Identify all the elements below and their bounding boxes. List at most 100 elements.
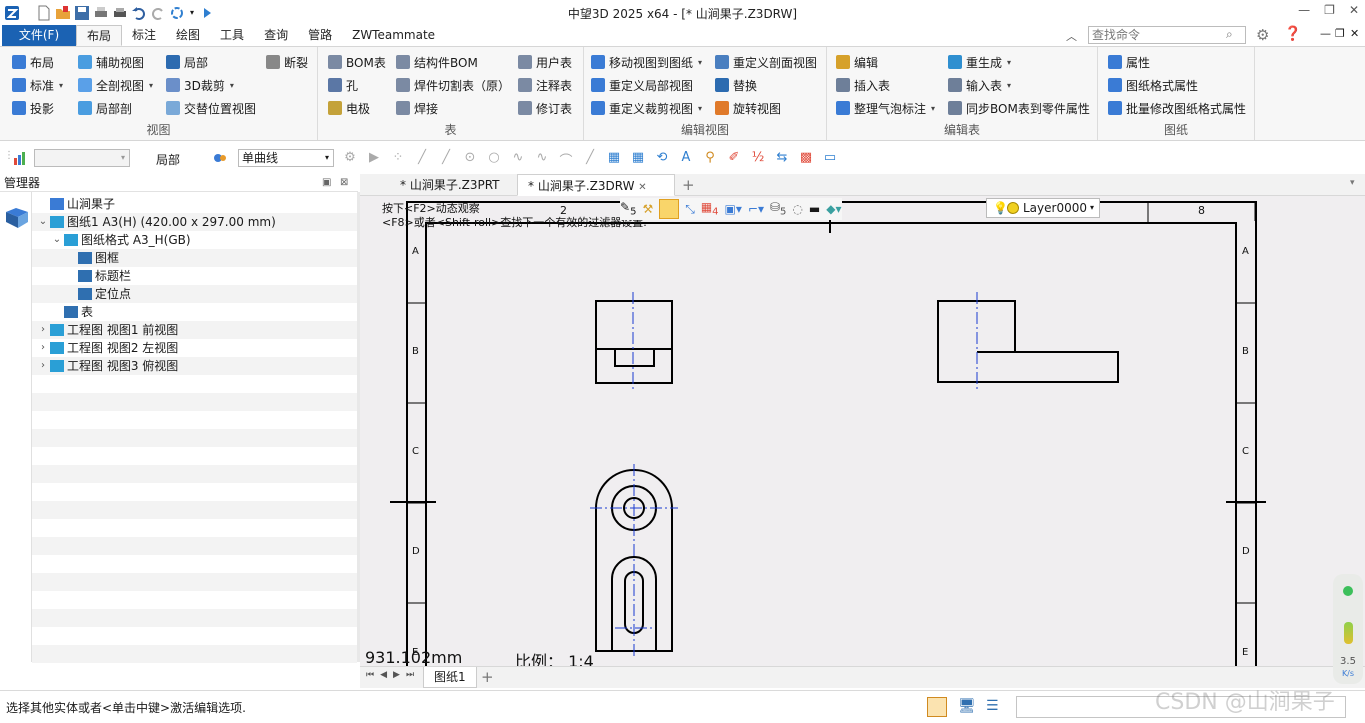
panel-close-icon[interactable]: ⊠ — [340, 174, 348, 192]
tab-tools[interactable]: 工具 — [210, 25, 254, 46]
tree-item[interactable]: 图框 — [32, 249, 357, 267]
text-a-icon[interactable]: A — [678, 150, 694, 166]
qat-dropdown-icon[interactable]: ▾ — [188, 5, 196, 21]
doc-close-icon[interactable]: ✕ — [1350, 27, 1359, 40]
pin-icon[interactable]: ⚲ — [702, 150, 718, 166]
grid-icon[interactable]: ▦4 — [701, 200, 719, 217]
dashed-circle-icon[interactable]: ◌ — [792, 202, 802, 216]
fraction-icon[interactable]: ½ — [750, 150, 766, 166]
rectangle-icon[interactable]: ▭ — [822, 150, 838, 166]
layout-button[interactable]: 布局 — [12, 52, 54, 72]
tree-item[interactable]: › 工程图 视图2 左视图 — [32, 339, 357, 357]
standard-button[interactable]: 标准 ▾ — [12, 75, 63, 95]
line-icon[interactable]: ╱ — [414, 150, 430, 166]
select-pencil-icon[interactable]: ✎5 — [620, 200, 636, 217]
app-logo-icon[interactable] — [4, 5, 20, 21]
full-section-button[interactable]: 全剖视图 ▾ — [78, 75, 153, 95]
wave-icon[interactable]: ∿ — [510, 150, 526, 166]
curve-icon[interactable]: ∿ — [534, 150, 550, 166]
tree-item[interactable]: 表 — [32, 303, 357, 321]
user-table-button[interactable]: 用户表 — [518, 52, 572, 72]
organize-balloons-button[interactable]: 整理气泡标注 ▾ — [836, 98, 935, 118]
undo-icon[interactable] — [131, 5, 147, 21]
tab-file[interactable]: 文件(F) — [2, 25, 76, 46]
save-icon[interactable] — [74, 5, 90, 21]
line-width-icon[interactable]: ▬ — [809, 202, 820, 216]
search-command-input[interactable]: 查找命令 — [1088, 26, 1246, 44]
dotted-table-icon[interactable]: ▩ — [798, 150, 814, 166]
rotate-icon[interactable]: ⟲ — [654, 150, 670, 166]
sheet-format-properties-button[interactable]: 图纸格式属性 — [1108, 75, 1198, 95]
gear-icon[interactable]: ⚙ — [1256, 26, 1269, 44]
tab-document-z3drw[interactable]: * 山涧果子.Z3DRW ✕ — [517, 174, 675, 196]
projection-button[interactable]: 投影 — [12, 98, 54, 118]
tab-annotate[interactable]: 标注 — [122, 25, 166, 46]
3d-crop-button[interactable]: 3D裁剪 ▾ — [166, 75, 234, 95]
break-button[interactable]: 断裂 — [266, 52, 308, 72]
expand-chevron-icon[interactable]: ⌄ — [50, 231, 64, 249]
print-preview-icon[interactable] — [112, 5, 128, 21]
partial-button[interactable]: 局部 — [166, 52, 208, 72]
marker-icon[interactable]: ✐ — [726, 150, 742, 166]
alternate-position-button[interactable]: 交替位置视图 — [166, 98, 256, 118]
import-table-button[interactable]: 输入表 ▾ — [948, 75, 1011, 95]
redefine-local-button[interactable]: 重定义局部视图 — [591, 75, 693, 95]
hole-table-button[interactable]: 孔 — [328, 75, 358, 95]
layer-stack-icon[interactable]: ⛁5 — [770, 200, 786, 217]
point-scatter-icon[interactable]: ⁘ — [390, 150, 406, 166]
sheet-nav-icons[interactable]: ⏮◀▶⏭ — [366, 670, 420, 680]
expand-chevron-icon[interactable]: › — [36, 339, 50, 357]
tab-draw[interactable]: 绘图 — [166, 25, 210, 46]
rotate-view-button[interactable]: 旋转视图 — [715, 98, 781, 118]
arrow-box-icon[interactable]: ⇆ — [774, 150, 790, 166]
edit-button[interactable]: 编辑 — [836, 52, 878, 72]
filter-select[interactable]: ▾ — [34, 149, 130, 167]
revision-table-button[interactable]: 修订表 — [518, 98, 572, 118]
history-manager-icon[interactable] — [4, 206, 30, 233]
circle-icon[interactable]: ○ — [486, 150, 502, 166]
tree-item[interactable]: 标题栏 — [32, 267, 357, 285]
view-frame-icon[interactable]: ▣▾ — [725, 202, 742, 216]
doc-minimize-icon[interactable]: — — [1320, 27, 1331, 40]
cutlist-button[interactable]: 焊件切割表（原） — [396, 75, 510, 95]
tree-item[interactable]: ⌄ 图纸1 A3(H) (420.00 x 297.00 mm) — [32, 213, 357, 231]
tab-query[interactable]: 查询 — [254, 25, 298, 46]
orient-icon[interactable]: ⌐▾ — [748, 202, 764, 216]
sync-bom-button[interactable]: 同步BOM表到零件属性 — [948, 98, 1090, 118]
snap-icon[interactable]: ⤡ — [685, 202, 695, 217]
tab-piping[interactable]: 管路 — [298, 25, 342, 46]
expand-chevron-icon[interactable]: › — [36, 357, 50, 375]
regenerate-button[interactable]: 重生成 ▾ — [948, 52, 1011, 72]
tree-item[interactable]: › 工程图 视图3 俯视图 — [32, 357, 357, 375]
tree-item[interactable]: 定位点 — [32, 285, 357, 303]
tab-zwteammate[interactable]: ZWTeammate — [342, 25, 445, 46]
drawing-sheet[interactable] — [360, 196, 1365, 666]
new-file-icon[interactable] — [36, 5, 52, 21]
aux-view-button[interactable]: 辅助视图 — [78, 52, 144, 72]
monitor-icon[interactable]: 🖥 — [958, 698, 976, 714]
help-icon[interactable]: ❓ — [1284, 26, 1301, 42]
tab-document-z3prt[interactable]: * 山涧果子.Z3PRT — [390, 174, 510, 196]
move-view-button[interactable]: 移动视图到图纸 ▾ — [591, 52, 702, 72]
doc-restore-icon[interactable]: ❐ — [1335, 27, 1345, 40]
list-view-icon[interactable]: ☰ — [986, 698, 999, 714]
command-input-icon[interactable] — [927, 697, 947, 717]
batch-modify-format-button[interactable]: 批量修改图纸格式属性 — [1108, 98, 1246, 118]
search-icon[interactable]: ⌕ — [1226, 27, 1233, 42]
cube-icon[interactable]: ▦ — [606, 150, 622, 166]
collapse-ribbon-icon[interactable]: ︿ — [1066, 28, 1077, 44]
curve-type-select[interactable]: 单曲线 ▾ — [238, 149, 334, 167]
circle-dot-icon[interactable]: ⊙ — [462, 150, 478, 166]
pick-gear-icon[interactable]: ⚙ — [342, 150, 358, 166]
line-2-icon[interactable]: ╱ — [438, 150, 454, 166]
sheet-tab-1[interactable]: 图纸1 — [423, 667, 477, 688]
weldment-bom-button[interactable]: 结构件BOM — [396, 52, 478, 72]
tab-close-icon[interactable]: ✕ — [638, 182, 646, 193]
grid-table-icon[interactable]: ▦ — [630, 150, 646, 166]
redo-icon[interactable] — [150, 5, 166, 21]
new-tab-icon[interactable]: + — [682, 176, 695, 194]
filter-icon[interactable] — [13, 150, 29, 166]
run-icon[interactable] — [199, 5, 215, 21]
tree-item[interactable]: ⌄ 图纸格式 A3_H(GB) — [32, 231, 357, 249]
bom-table-button[interactable]: BOM表 — [328, 52, 386, 72]
